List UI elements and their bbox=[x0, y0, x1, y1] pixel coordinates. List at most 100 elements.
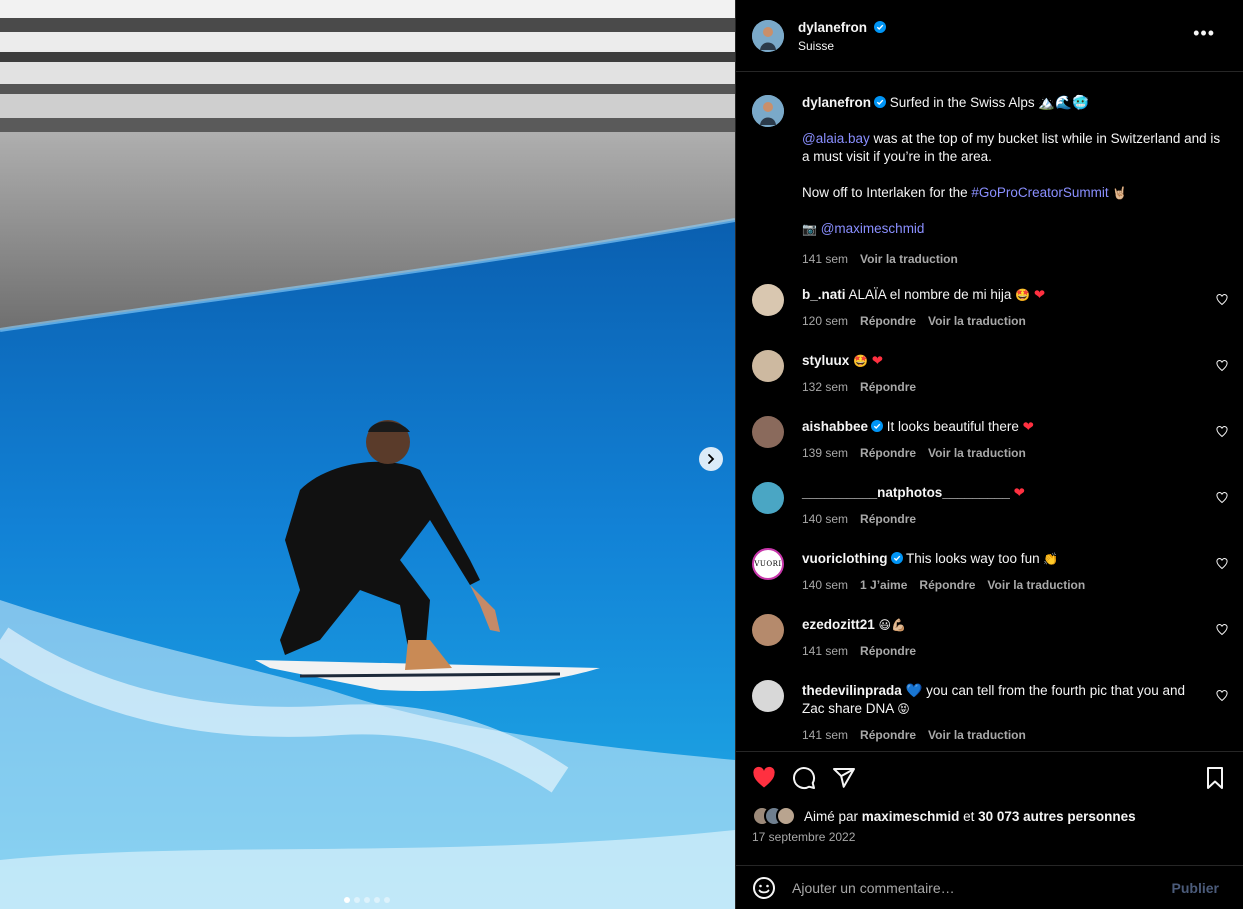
blue-heart-emoji: 💙 bbox=[905, 683, 923, 698]
like-comment-icon[interactable] bbox=[1216, 294, 1228, 306]
like-comment-icon[interactable] bbox=[1216, 426, 1228, 438]
next-slide-button[interactable] bbox=[699, 447, 723, 471]
surf-photo bbox=[0, 0, 735, 909]
comment-timestamp[interactable]: 139 sem bbox=[802, 446, 848, 460]
avatar[interactable] bbox=[752, 19, 784, 52]
comment-timestamp[interactable]: 120 sem bbox=[802, 314, 848, 328]
comment-timestamp[interactable]: 140 sem bbox=[802, 578, 848, 592]
carousel-dot-1 bbox=[344, 897, 350, 903]
like-comment-icon[interactable] bbox=[1216, 558, 1228, 570]
post-location[interactable]: Suisse bbox=[798, 39, 886, 53]
comment-username[interactable]: ezedozitt21 bbox=[802, 617, 875, 632]
reply-button[interactable]: Répondre bbox=[919, 578, 975, 592]
post-author-username[interactable]: dylanefron bbox=[798, 20, 867, 35]
mention-link[interactable]: @alaia.bay bbox=[802, 131, 870, 146]
comments-list[interactable]: dylanefron Surfed in the Swiss Alps 🏔️🌊🥶… bbox=[736, 72, 1243, 751]
like-comment-icon[interactable] bbox=[1216, 492, 1228, 504]
add-comment-bar: Publier bbox=[736, 865, 1243, 909]
see-translation-button[interactable]: Voir la traduction bbox=[928, 728, 1026, 742]
comment-username[interactable]: thedevilinprada bbox=[802, 683, 902, 698]
caption-text: Now off to Interlaken for the bbox=[802, 185, 972, 200]
see-translation-button[interactable]: Voir la traduction bbox=[987, 578, 1085, 592]
liked-heart-icon[interactable] bbox=[752, 766, 776, 790]
reply-button[interactable]: Répondre bbox=[860, 446, 916, 460]
comment-username[interactable]: __________natphotos_________ bbox=[802, 485, 1010, 500]
comment-timestamp[interactable]: 132 sem bbox=[802, 380, 848, 394]
commenter-avatar[interactable] bbox=[752, 350, 784, 382]
hashtag-link[interactable]: #GoProCreatorSummit bbox=[971, 185, 1108, 200]
verified-badge-icon bbox=[871, 420, 884, 432]
comment-item: b_.nati ALAÏA el nombre de mi hija 🤩 ❤ 1… bbox=[752, 284, 1228, 328]
bookmark-icon[interactable] bbox=[1203, 766, 1227, 790]
carousel-dot-4 bbox=[374, 897, 380, 903]
comment-username[interactable]: b_.nati bbox=[802, 287, 846, 302]
post-date[interactable]: 17 septembre 2022 bbox=[752, 830, 855, 844]
comment-item: ezedozitt21 😃💪🏼 141 sem Répondre bbox=[752, 614, 1228, 658]
comment-emoji: 😝 bbox=[897, 702, 910, 716]
comment-timestamp[interactable]: 141 sem bbox=[802, 644, 848, 658]
likes-prefix: Aimé par bbox=[804, 808, 862, 824]
comment-text: ALAÏA el nombre de mi hija bbox=[848, 287, 1016, 302]
like-comment-icon[interactable] bbox=[1216, 624, 1228, 636]
commenter-avatar[interactable] bbox=[752, 482, 784, 514]
post-header: dylanefron Suisse ••• bbox=[736, 0, 1243, 72]
carousel-dot-5 bbox=[384, 897, 390, 903]
see-translation-button[interactable]: Voir la traduction bbox=[928, 446, 1026, 460]
commenter-avatar[interactable] bbox=[752, 680, 784, 712]
emoji-picker-icon[interactable] bbox=[752, 876, 776, 900]
like-comment-icon[interactable] bbox=[1216, 360, 1228, 372]
see-translation-button[interactable]: Voir la traduction bbox=[860, 250, 958, 268]
caption-username[interactable]: dylanefron bbox=[802, 95, 871, 110]
comment-icon[interactable] bbox=[792, 766, 816, 790]
caption-timestamp[interactable]: 141 sem bbox=[802, 250, 848, 268]
post-actions: Aimé par maximeschmid et 30 073 autres p… bbox=[736, 751, 1243, 909]
comment-username[interactable]: styluux bbox=[802, 353, 849, 368]
avatar-logo-text: VUORI bbox=[754, 560, 782, 568]
comment-item: thedevilinprada 💙 you can tell from the … bbox=[752, 680, 1228, 742]
comment-item: __________natphotos_________ ❤ 140 sem R… bbox=[752, 482, 1228, 526]
likes-middle: et bbox=[959, 808, 979, 824]
reply-button[interactable]: Répondre bbox=[860, 512, 916, 526]
liker-username[interactable]: maximeschmid bbox=[862, 809, 960, 824]
post-panel: dylanefron Suisse ••• dylanefron Surfed … bbox=[735, 0, 1243, 909]
comment-username[interactable]: vuoriclothing bbox=[802, 551, 888, 566]
commenter-avatar[interactable] bbox=[752, 416, 784, 448]
chevron-right-icon bbox=[708, 454, 715, 464]
comment-likes-count[interactable]: 1 J’aime bbox=[860, 578, 907, 592]
more-options-icon[interactable]: ••• bbox=[1193, 24, 1215, 42]
carousel-dot-2 bbox=[354, 897, 360, 903]
carousel-dot-3 bbox=[364, 897, 370, 903]
publish-button[interactable]: Publier bbox=[1172, 880, 1219, 896]
verified-badge-icon bbox=[890, 552, 903, 564]
likes-summary[interactable]: Aimé par maximeschmid et 30 073 autres p… bbox=[752, 806, 1136, 826]
caption-title: Surfed in the Swiss Alps 🏔️🌊🥶 bbox=[889, 95, 1089, 110]
carousel-indicator bbox=[344, 897, 390, 903]
comment-text: It looks beautiful there bbox=[886, 419, 1023, 434]
likes-count[interactable]: 30 073 autres personnes bbox=[978, 809, 1136, 824]
comment-input[interactable] bbox=[792, 879, 1172, 896]
like-comment-icon[interactable] bbox=[1216, 690, 1228, 702]
commenter-avatar[interactable] bbox=[752, 284, 784, 316]
avatar-image bbox=[752, 19, 784, 52]
commenter-avatar[interactable] bbox=[752, 614, 784, 646]
post-media[interactable] bbox=[0, 0, 735, 909]
comment-timestamp[interactable]: 141 sem bbox=[802, 728, 848, 742]
comment-emoji: 🤩 bbox=[1015, 288, 1031, 302]
heart-emoji: ❤ bbox=[871, 353, 884, 368]
photo-credit-link[interactable]: @maximeschmid bbox=[821, 221, 925, 236]
reply-button[interactable]: Répondre bbox=[860, 314, 916, 328]
comment-emoji: 👏 bbox=[1043, 552, 1059, 566]
comment-item: styluux 🤩 ❤ 132 sem Répondre bbox=[752, 350, 1228, 394]
share-icon[interactable] bbox=[832, 766, 856, 790]
comment-emoji: 🤩 bbox=[853, 354, 868, 368]
caption-emoji: 🤘🏼 bbox=[1112, 186, 1128, 200]
comment-timestamp[interactable]: 140 sem bbox=[802, 512, 848, 526]
reply-button[interactable]: Répondre bbox=[860, 728, 916, 742]
see-translation-button[interactable]: Voir la traduction bbox=[928, 314, 1026, 328]
commenter-avatar[interactable]: VUORI bbox=[752, 548, 784, 580]
comment-username[interactable]: aishabbee bbox=[802, 419, 868, 434]
reply-button[interactable]: Répondre bbox=[860, 380, 916, 394]
comment-item: VUORI vuoriclothing This looks way too f… bbox=[752, 548, 1228, 592]
reply-button[interactable]: Répondre bbox=[860, 644, 916, 658]
heart-emoji: ❤ bbox=[1013, 485, 1025, 500]
